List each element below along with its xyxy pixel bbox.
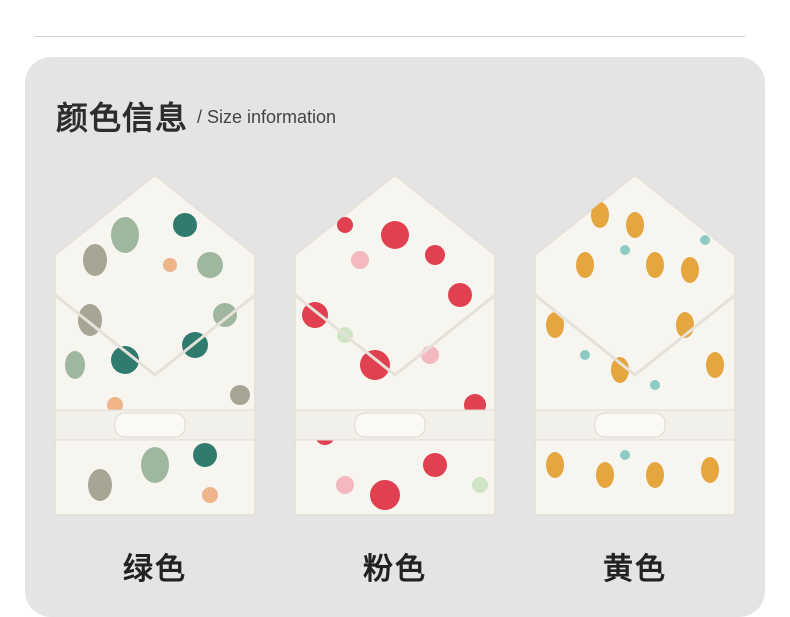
- section-subtitle: / Size information: [197, 107, 337, 127]
- product-label-pink: 粉色: [363, 552, 427, 587]
- product-image-green[interactable]: [45, 165, 265, 525]
- product-label-green: 绿色: [123, 552, 187, 587]
- swaddle-yellow-illustration: [534, 173, 736, 516]
- product-label-yellow: 黄色: [603, 552, 667, 587]
- swaddle-pink-illustration: [294, 173, 496, 516]
- product-image-yellow[interactable]: [525, 165, 745, 525]
- swaddle-green-illustration: [54, 173, 256, 516]
- section-title: 颜色信息: [56, 99, 189, 137]
- product-image-pink[interactable]: [285, 165, 505, 525]
- top-divider: [35, 36, 745, 37]
